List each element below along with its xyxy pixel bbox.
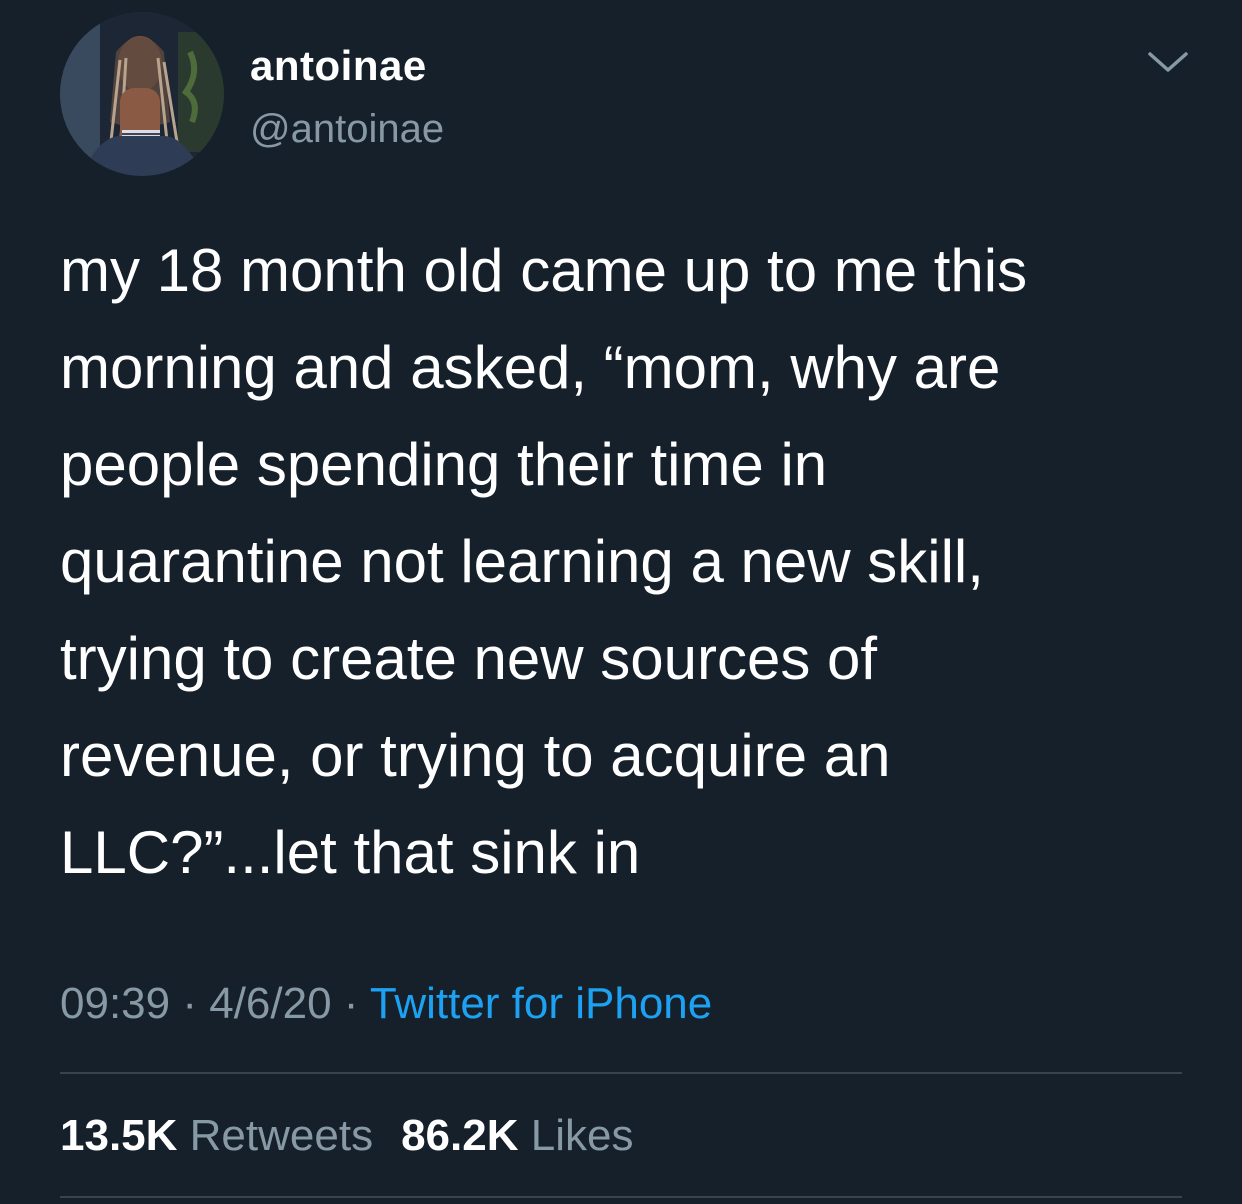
tweet-time: 09:39 (60, 979, 171, 1028)
likes-stat[interactable]: 86.2K Likes (401, 1111, 633, 1160)
meta-separator: · (331, 979, 370, 1028)
likes-count: 86.2K (401, 1111, 519, 1160)
divider (60, 1072, 1182, 1074)
chevron-down-icon[interactable] (1146, 48, 1190, 76)
meta-separator: · (170, 979, 210, 1028)
tweet-stats: 13.5K Retweets 86.2K Likes (60, 1106, 633, 1166)
tweet-header: antoinae @antoinae (60, 12, 1190, 180)
tweet-date[interactable]: 4/6/20 (209, 979, 331, 1028)
author-handle[interactable]: @antoinae (250, 106, 444, 152)
avatar[interactable] (60, 12, 224, 176)
divider (60, 1196, 1182, 1198)
retweets-count: 13.5K (60, 1111, 178, 1160)
retweets-stat[interactable]: 13.5K Retweets (60, 1111, 373, 1160)
author-display-name[interactable]: antoinae (250, 42, 427, 90)
likes-label: Likes (530, 1111, 634, 1160)
retweets-label: Retweets (189, 1111, 374, 1160)
tweet-text: my 18 month old came up to me this morni… (60, 237, 1028, 886)
profile-photo (60, 12, 224, 176)
tweet-source-link[interactable]: Twitter for iPhone (370, 979, 712, 1028)
tweet-meta: 09:39 · 4/6/20 · Twitter for iPhone (60, 974, 712, 1034)
